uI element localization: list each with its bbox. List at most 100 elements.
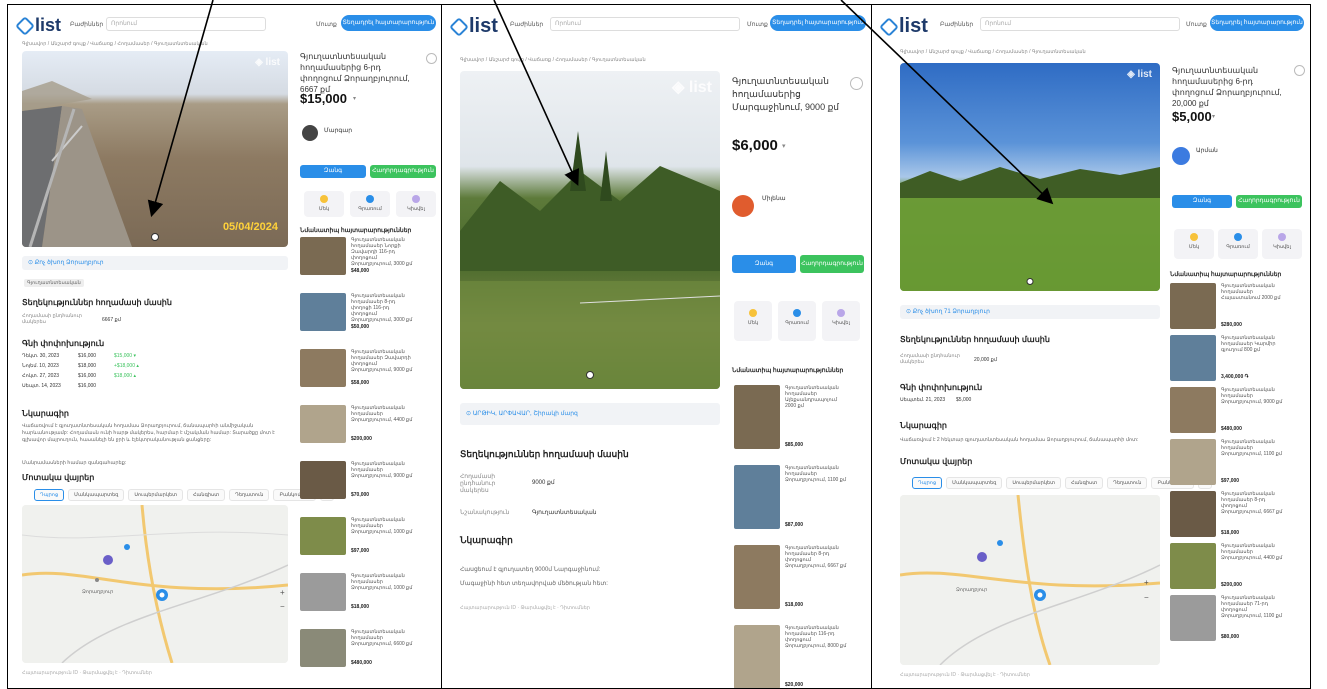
carousel-dot[interactable] [1026, 278, 1034, 285]
similar-title[interactable]: Գյուղատնտեսական հողամասեր Ձորաղբյուրում,… [1221, 543, 1285, 561]
favorite-icon[interactable] [1294, 65, 1305, 76]
similar-item[interactable]: Գյուղատնտեսական հողամասեր 8-րդ փողոցի 11… [300, 293, 441, 331]
similar-thumbnail[interactable] [734, 545, 780, 609]
categories-button[interactable]: Բաժիններ [70, 21, 103, 28]
similar-thumbnail[interactable] [1170, 439, 1216, 485]
similar-thumbnail[interactable] [300, 237, 346, 275]
similar-title[interactable]: Գյուղատնտեսական հողամասեր Ձորաղբյուրում,… [1221, 387, 1285, 405]
seller-avatar[interactable] [1172, 147, 1190, 165]
map-zoom-out-button[interactable]: − [1144, 593, 1149, 602]
post-ad-button[interactable]: Տեղադրել հայտարարություն [1210, 15, 1304, 31]
search-input[interactable]: Որոնում [106, 17, 266, 31]
nearby-tab[interactable]: Սուպերմարկետ [1006, 477, 1061, 489]
similar-title[interactable]: Գյուղատնտեսական հողամասեր Զավարդի փողոցո… [351, 349, 415, 373]
post-ad-button[interactable]: Տեղադրել հայտարարություն [341, 15, 436, 31]
similar-item[interactable]: Գյուղատնտեսական հողամասեր 71-րդ փողոցում… [1170, 595, 1310, 641]
message-button[interactable]: Հաղորդագրություն [1236, 195, 1302, 208]
call-button[interactable]: Զանգ [732, 255, 796, 273]
similar-title[interactable]: Գյուղատնտեսական հողամասեր Նորքի Զավարդի … [351, 237, 415, 267]
carousel-dot[interactable] [586, 371, 594, 379]
similar-title[interactable]: Գյուղատնտեսական հողամասեր Ձորաղբյուրում,… [785, 465, 849, 483]
similar-item[interactable]: Գյուղատնտեսական հողամասեր 116-րդ փողոցու… [734, 625, 871, 688]
location-map[interactable]: Ձորաղբյուր [900, 495, 1160, 665]
action-note[interactable]: Գրառում [1218, 229, 1258, 259]
nearby-tab[interactable]: Մանկապարտեզ [68, 489, 125, 501]
similar-item[interactable]: Գյուղատնտեսական հողամասեր Ձորաղբյուրում,… [1170, 439, 1310, 485]
similar-thumbnail[interactable] [300, 629, 346, 667]
site-logo[interactable]: list [879, 15, 928, 38]
seller-name[interactable]: Մարգար [324, 127, 352, 134]
similar-item[interactable]: Գյուղատնտեսական հողամասեր Կարմիր գյուղու… [1170, 335, 1310, 381]
similar-item[interactable]: Գյուղատնտեսական հողամասեր Նորքի Զավարդի … [300, 237, 441, 275]
location-bar[interactable]: ⊙ Քոչ ծխող Ձորաղբյուր [22, 256, 288, 270]
similar-title[interactable]: Գյուղատնտեսական հողամասեր 8-րդ փողոցում … [1221, 491, 1285, 515]
search-input[interactable]: Որոնում [980, 17, 1180, 31]
nearby-tab[interactable]: Հանգիստ [186, 489, 226, 501]
login-link[interactable]: Մուտք [1186, 21, 1207, 28]
map-zoom-out-button[interactable]: − [280, 602, 285, 611]
call-button[interactable]: Զանգ [1172, 195, 1232, 208]
similar-thumbnail[interactable] [1170, 491, 1216, 537]
similar-item[interactable]: Գյուղատնտեսական հողամասեր Ալեքսանդրապոլո… [734, 385, 871, 449]
similar-title[interactable]: Գյուղատնտեսական հողամասեր 8-րդ փողոցում … [785, 545, 849, 569]
currency-chevron-icon[interactable]: ▾ [782, 142, 786, 150]
similar-title[interactable]: Գյուղատնտեսական հողամասեր 8-րդ փողոցի 11… [351, 293, 415, 323]
similar-item[interactable]: Գյուղատնտեսական հողամասեր Ձորաղբյուրում,… [300, 461, 441, 499]
action-note[interactable]: Գրառում [778, 301, 816, 341]
nearby-tab[interactable]: Դեղատուն [1107, 477, 1148, 489]
categories-button[interactable]: Բաժիններ [940, 21, 973, 28]
similar-thumbnail[interactable] [300, 293, 346, 331]
breadcrumb[interactable]: Գլխավոր / Անշարժ գույք / Վաճառք / Հողամա… [460, 57, 646, 63]
nearby-tab[interactable]: Դպրոց [34, 489, 65, 501]
similar-title[interactable]: Գյուղատնտեսական հողամասեր Ձորաղբյուրում,… [351, 629, 415, 647]
action-note[interactable]: Գրառում [350, 191, 390, 217]
similar-thumbnail[interactable] [734, 465, 780, 529]
nearby-tab[interactable]: Դեղատուն [229, 489, 270, 501]
similar-thumbnail[interactable] [300, 461, 346, 499]
favorite-icon[interactable] [426, 53, 437, 64]
action-offer[interactable]: Մեկ [1174, 229, 1214, 259]
location-bar[interactable]: ⊙ ԱՐԹԻԿ, ԱՐՓԱՎԱՐ, Շիրակի մարզ [460, 403, 720, 425]
similar-title[interactable]: Գյուղատնտեսական հողամասեր Ալեքսանդրապոլո… [785, 385, 849, 409]
search-input[interactable]: Որոնում [550, 17, 740, 31]
breadcrumb[interactable]: Գլխավոր / Անշարժ գույք / Վաճառք / Հողամա… [900, 49, 1086, 55]
similar-title[interactable]: Գյուղատնտեսական հողամասեր Կարմիր գյուղու… [1221, 335, 1285, 353]
similar-thumbnail[interactable] [300, 349, 346, 387]
similar-thumbnail[interactable] [734, 625, 780, 688]
seller-avatar[interactable] [302, 125, 318, 141]
favorite-icon[interactable] [850, 77, 863, 90]
similar-item[interactable]: Գյուղատնտեսական հողամասեր 8-րդ փողոցում … [1170, 491, 1310, 537]
similar-title[interactable]: Գյուղատնտեսական հողամասեր Հայաստանում 20… [1221, 283, 1285, 301]
login-link[interactable]: Մուտք [747, 21, 768, 28]
listing-photo[interactable]: ◈ list 05/04/2024 [22, 51, 288, 247]
action-share[interactable]: Կիսվել [396, 191, 436, 217]
similar-title[interactable]: Գյուղատնտեսական հողամասեր Ձորաղբյուրում,… [351, 573, 415, 591]
similar-title[interactable]: Գյուղատնտեսական հողամասեր 116-րդ փողոցու… [785, 625, 849, 649]
similar-title[interactable]: Գյուղատնտեսական հողամասեր Ձորաղբյուրում,… [351, 517, 415, 535]
similar-thumbnail[interactable] [1170, 387, 1216, 433]
currency-chevron-icon[interactable]: ▾ [353, 95, 356, 102]
similar-item[interactable]: Գյուղատնտեսական հողամասեր Հայաստանում 20… [1170, 283, 1310, 329]
similar-thumbnail[interactable] [300, 405, 346, 443]
action-share[interactable]: Կիսվել [822, 301, 860, 341]
action-offer[interactable]: Մեկ [304, 191, 344, 217]
carousel-dot[interactable] [151, 233, 159, 241]
similar-thumbnail[interactable] [300, 517, 346, 555]
similar-thumbnail[interactable] [734, 385, 780, 449]
similar-title[interactable]: Գյուղատնտեսական հողամասեր Ձորաղբյուրում,… [1221, 439, 1285, 457]
similar-thumbnail[interactable] [300, 573, 346, 611]
message-button[interactable]: Հաղորդագրություն [370, 165, 436, 178]
nearby-tab[interactable]: Սուպերմարկետ [128, 489, 183, 501]
action-offer[interactable]: Մեկ [734, 301, 772, 341]
breadcrumb[interactable]: Գլխավոր / Անշարժ գույք / Վաճառք / Հողամա… [22, 41, 208, 47]
currency-chevron-icon[interactable]: ▾ [1212, 113, 1215, 120]
similar-item[interactable]: Գյուղատնտեսական հողամասեր Ձորաղբյուրում,… [300, 405, 441, 443]
location-bar[interactable]: ⊙ Քոչ ծխող 71 Ձորաղբյուր [900, 305, 1160, 319]
seller-name[interactable]: Միլենա [762, 195, 786, 202]
similar-item[interactable]: Գյուղատնտեսական հողամասեր Ձորաղբյուրում,… [300, 517, 441, 555]
similar-thumbnail[interactable] [1170, 283, 1216, 329]
similar-item[interactable]: Գյուղատնտեսական հողամասեր Ձորաղբյուրում,… [300, 573, 441, 611]
site-logo[interactable]: list [15, 15, 61, 36]
similar-title[interactable]: Գյուղատնտեսական հողամասեր 71-րդ փողոցում… [1221, 595, 1285, 619]
message-button[interactable]: Հաղորդագրություն [800, 255, 864, 273]
